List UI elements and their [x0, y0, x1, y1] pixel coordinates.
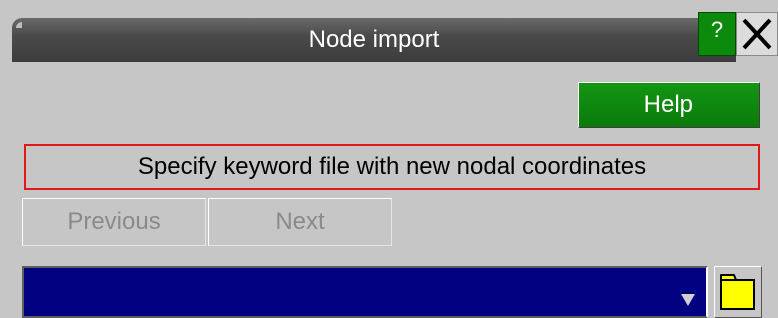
dialog-title: Node import	[308, 26, 440, 53]
next-button-label: Next	[275, 208, 325, 235]
dropdown-arrow-icon[interactable]	[681, 294, 695, 306]
keyword-file-input[interactable]	[22, 266, 708, 318]
title-bar-grip	[16, 22, 22, 28]
browse-folder-button[interactable]	[714, 266, 762, 318]
next-button[interactable]: Next	[208, 198, 392, 246]
instruction-banner: Specify keyword file with new nodal coor…	[24, 144, 760, 190]
question-mark-icon: ?	[710, 17, 724, 42]
title-bar[interactable]: Node import	[12, 18, 736, 62]
help-button-label: Help	[643, 91, 693, 118]
previous-button[interactable]: Previous	[22, 198, 206, 246]
close-x-icon	[742, 18, 772, 50]
node-import-dialog: Node import ? Help Specify keyword file …	[0, 0, 778, 318]
question-help-button[interactable]: ?	[698, 12, 736, 56]
previous-button-label: Previous	[67, 208, 161, 235]
instruction-text: Specify keyword file with new nodal coor…	[137, 153, 647, 180]
close-button[interactable]	[736, 12, 778, 56]
help-button[interactable]: Help	[578, 82, 760, 128]
folder-icon	[720, 274, 755, 310]
